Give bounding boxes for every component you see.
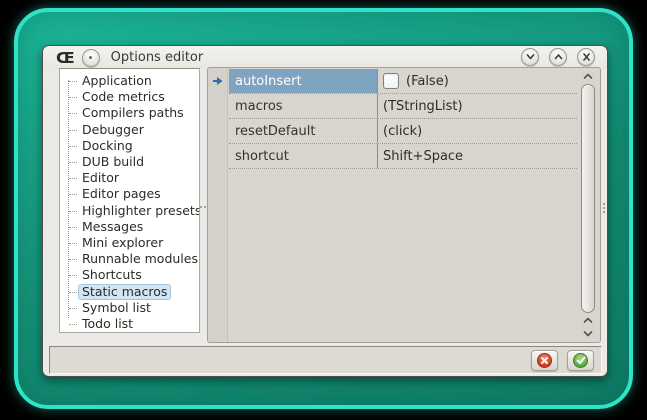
property-grid: autoInsert (False) macros (TStringList) … [207,67,601,343]
scroll-up-icon[interactable] [582,71,594,81]
property-value[interactable]: (TStringList) [378,94,577,118]
chevron-down-icon [525,52,536,62]
property-row-autoinsert[interactable]: autoInsert (False) [229,69,577,94]
sidebar-item-label: Editor pages [78,186,165,202]
property-row-shortcut[interactable]: shortcut Shift+Space [229,144,577,169]
row-indicator-gutter [208,68,228,342]
sidebar-item-label: Docking [78,138,137,154]
vertical-scrollbar[interactable] [578,69,599,341]
cancel-cross-icon [537,353,552,368]
sidebar-item-label: Editor [78,170,123,186]
accept-check-icon [573,353,588,368]
sidebar-item-label: Static macros [78,284,171,300]
sidebar-item-label: Symbol list [78,300,155,316]
property-name[interactable]: shortcut [229,144,378,168]
sidebar-item-application[interactable]: Application [64,73,197,89]
property-value[interactable]: (False) [378,69,577,93]
sidebar-item-code-metrics[interactable]: Code metrics [64,89,197,105]
chevron-up-icon [553,52,564,62]
sidebar-item-label: Messages [78,219,147,235]
sidebar-item-highlighter-presets[interactable]: Highlighter presets [64,203,197,219]
window-title: Options editor [111,50,204,65]
property-value-text: (TStringList) [383,99,463,114]
close-icon [581,52,592,62]
titlebar[interactable]: Œ Options editor [43,46,607,69]
selected-row-arrow-icon [212,76,224,86]
property-name[interactable]: macros [229,94,378,118]
sidebar-item-runnable-modules[interactable]: Runnable modules [64,251,197,267]
scroll-down-icon[interactable] [582,328,594,338]
window-controls [521,48,595,66]
screen: Œ Options editor [0,0,647,420]
sidebar-item-editor-pages[interactable]: Editor pages [64,186,197,202]
sidebar-item-dub-build[interactable]: DUB build [64,154,197,170]
sidebar-item-label: Shortcuts [78,267,146,283]
sidebar-item-symbol-list[interactable]: Symbol list [64,300,197,316]
sidebar-item-label: DUB build [78,154,148,170]
footer-bar [49,346,602,374]
sidebar-item-static-macros[interactable]: Static macros [64,283,197,299]
sidebar-item-compilers-paths[interactable]: Compilers paths [64,105,197,121]
sidebar-item-label: Compilers paths [78,105,188,121]
sidebar-item-label: Runnable modules [78,251,200,267]
maximize-button[interactable] [549,48,567,66]
sidebar-item-label: Debugger [78,122,148,138]
sidebar-item-label: Application [78,73,156,89]
sidebar-item-mini-explorer[interactable]: Mini explorer [64,235,197,251]
sidebar-item-todo-list[interactable]: Todo list [64,316,197,332]
property-row-resetdefault[interactable]: resetDefault (click) [229,119,577,144]
category-tree: Application Code metrics Compilers paths… [59,68,200,333]
scrollbar-thumb[interactable] [581,84,595,313]
sidebar-item-label: Code metrics [78,89,169,105]
sidebar-item-debugger[interactable]: Debugger [64,122,197,138]
window-menu-button[interactable] [82,49,100,67]
property-name[interactable]: autoInsert [229,69,378,93]
checkbox-unchecked-icon[interactable] [383,73,399,89]
property-value-text: (click) [383,124,422,139]
sidebar-item-label: Highlighter presets [78,203,200,219]
minimize-button[interactable] [521,48,539,66]
options-editor-window: Œ Options editor [42,45,608,377]
property-value-text: Shift+Space [383,149,463,164]
sidebar-item-label: Mini explorer [78,235,167,251]
property-row-macros[interactable]: macros (TStringList) [229,94,577,119]
sidebar-item-docking[interactable]: Docking [64,138,197,154]
property-value-text: (False) [406,74,449,89]
cancel-button[interactable] [531,350,558,371]
accept-button[interactable] [567,350,594,371]
sidebar-item-label: Todo list [78,316,137,332]
app-logo-icon: Œ [56,50,74,65]
splitter-grip[interactable] [200,206,206,209]
sidebar-item-shortcuts[interactable]: Shortcuts [64,267,197,283]
sidebar-item-editor[interactable]: Editor [64,170,197,186]
menu-dot-icon [89,56,92,59]
scroll-up-icon[interactable] [582,315,594,325]
property-rows: autoInsert (False) macros (TStringList) … [229,69,577,169]
close-button[interactable] [577,48,595,66]
property-name[interactable]: resetDefault [229,119,378,143]
property-value[interactable]: Shift+Space [378,144,577,168]
sidebar-item-messages[interactable]: Messages [64,219,197,235]
property-value[interactable]: (click) [378,119,577,143]
resize-grip[interactable] [603,203,605,213]
